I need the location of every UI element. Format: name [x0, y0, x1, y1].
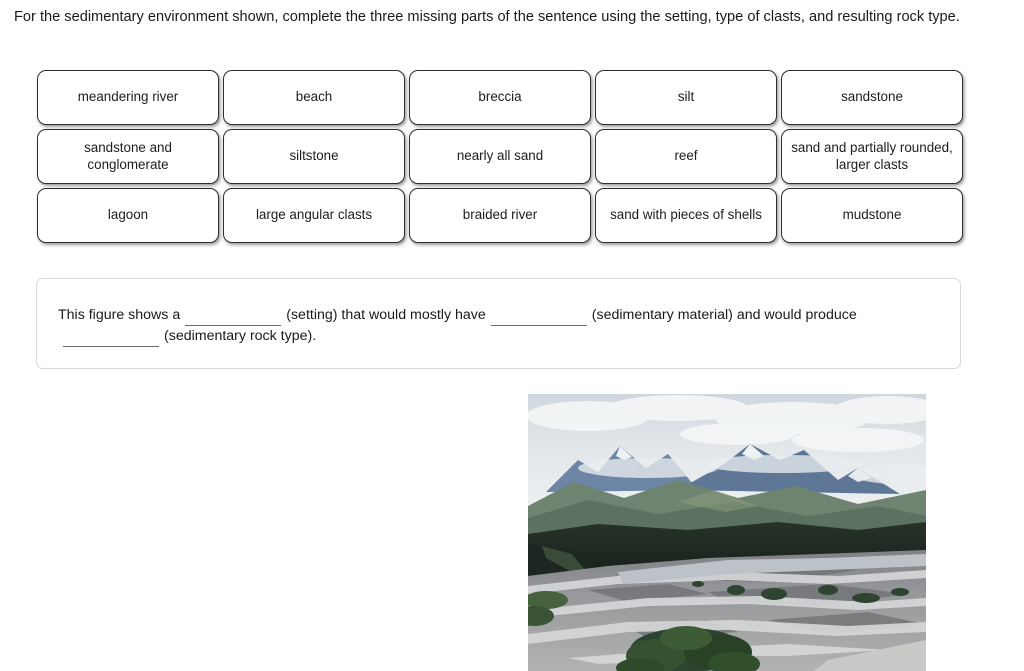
word-tile-sand-with-pieces-of-shells[interactable]: sand with pieces of shells: [595, 188, 777, 243]
sentence-text: This figure shows a (setting) that would …: [58, 305, 946, 347]
word-bank-row: lagoon large angular clasts braided rive…: [37, 188, 963, 243]
word-bank-row: meandering river beach breccia silt sand…: [37, 70, 963, 125]
sentence-segment-3: (sedimentary material) and would produce: [591, 307, 857, 323]
word-tile-sandstone-and-conglomerate[interactable]: sandstone and conglomerate: [37, 129, 219, 184]
sedimentary-environment-photo: [528, 394, 926, 671]
word-tile-breccia[interactable]: breccia: [409, 70, 591, 125]
word-tile-large-angular-clasts[interactable]: large angular clasts: [223, 188, 405, 243]
sentence-segment-1: This figure shows a: [58, 307, 181, 323]
word-tile-braided-river[interactable]: braided river: [409, 188, 591, 243]
sentence-completion-panel: This figure shows a (setting) that would …: [36, 278, 961, 369]
word-tile-siltstone[interactable]: siltstone: [223, 129, 405, 184]
instruction-prompt: For the sedimentary environment shown, c…: [14, 9, 960, 25]
answer-blank-setting[interactable]: [185, 311, 282, 326]
word-bank: meandering river beach breccia silt sand…: [37, 70, 963, 247]
answer-blank-rock-type[interactable]: [63, 332, 159, 347]
sentence-segment-2: (setting) that would mostly have: [286, 307, 486, 323]
word-tile-sand-and-partially-rounded-larger-clasts[interactable]: sand and partially rounded, larger clast…: [781, 129, 963, 184]
word-tile-beach[interactable]: beach: [223, 70, 405, 125]
sentence-segment-4: (sedimentary rock type).: [164, 328, 317, 344]
word-tile-reef[interactable]: reef: [595, 129, 777, 184]
word-tile-mudstone[interactable]: mudstone: [781, 188, 963, 243]
word-tile-lagoon[interactable]: lagoon: [37, 188, 219, 243]
word-tile-silt[interactable]: silt: [595, 70, 777, 125]
word-tile-sandstone[interactable]: sandstone: [781, 70, 963, 125]
word-tile-meandering-river[interactable]: meandering river: [37, 70, 219, 125]
answer-blank-sedimentary-material[interactable]: [490, 311, 587, 326]
word-bank-row: sandstone and conglomerate siltstone nea…: [37, 129, 963, 184]
word-tile-nearly-all-sand[interactable]: nearly all sand: [409, 129, 591, 184]
braided-river-illustration: [528, 394, 926, 671]
